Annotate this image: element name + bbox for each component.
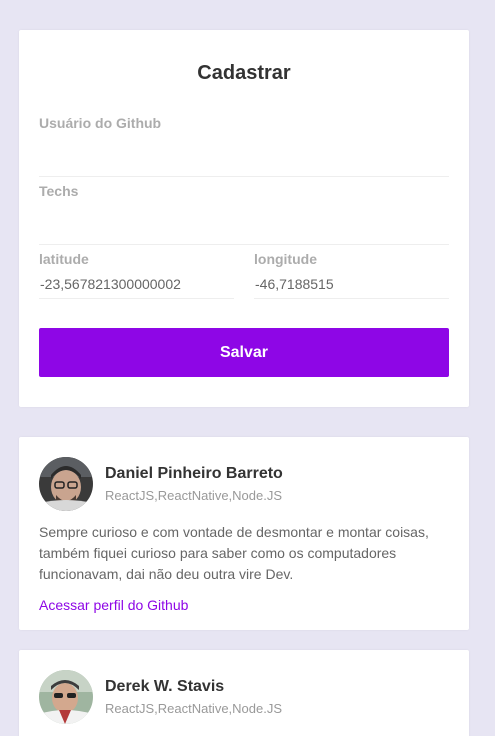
register-form-card: Cadastrar Usuário do Github Techs latitu… — [19, 30, 469, 407]
longitude-input[interactable] — [254, 269, 449, 299]
longitude-field: longitude — [254, 251, 449, 299]
latitude-field: latitude — [39, 251, 234, 299]
dev-techs: ReactJS,ReactNative,Node.JS — [105, 488, 283, 503]
dev-name: Daniel Pinheiro Barreto — [105, 465, 283, 482]
save-button[interactable]: Salvar — [39, 328, 449, 377]
dev-card: Derek W. Stavis ReactJS,ReactNative,Node… — [19, 650, 469, 736]
dev-name: Derek W. Stavis — [105, 678, 225, 695]
longitude-label: longitude — [254, 251, 317, 267]
avatar — [39, 670, 93, 724]
user-info: Derek W. Stavis ReactJS,ReactNative,Node… — [105, 678, 282, 716]
github-username-label: Usuário do Github — [39, 115, 162, 131]
page: Cadastrar Usuário do Github Techs latitu… — [0, 0, 495, 736]
techs-field: Techs — [39, 183, 449, 245]
github-username-input[interactable] — [39, 145, 449, 177]
user-info: Daniel Pinheiro Barreto ReactJS,ReactNat… — [105, 465, 283, 503]
latitude-input[interactable] — [39, 269, 234, 299]
form-title: Cadastrar — [197, 62, 291, 84]
github-profile-link[interactable]: Acessar perfil do Github — [39, 597, 188, 613]
techs-label: Techs — [39, 183, 79, 199]
dev-techs: ReactJS,ReactNative,Node.JS — [105, 701, 283, 716]
dev-card: Daniel Pinheiro Barreto ReactJS,ReactNat… — [19, 437, 469, 630]
github-username-field: Usuário do Github — [39, 115, 449, 177]
dev-card-header: Derek W. Stavis ReactJS,ReactNative,Node… — [39, 670, 449, 724]
dev-card-header: Daniel Pinheiro Barreto ReactJS,ReactNat… — [39, 457, 449, 511]
latitude-label: latitude — [39, 251, 89, 267]
avatar — [39, 457, 93, 511]
dev-bio: Sempre curioso e com vontade de desmonta… — [39, 524, 429, 582]
techs-input[interactable] — [39, 213, 449, 245]
